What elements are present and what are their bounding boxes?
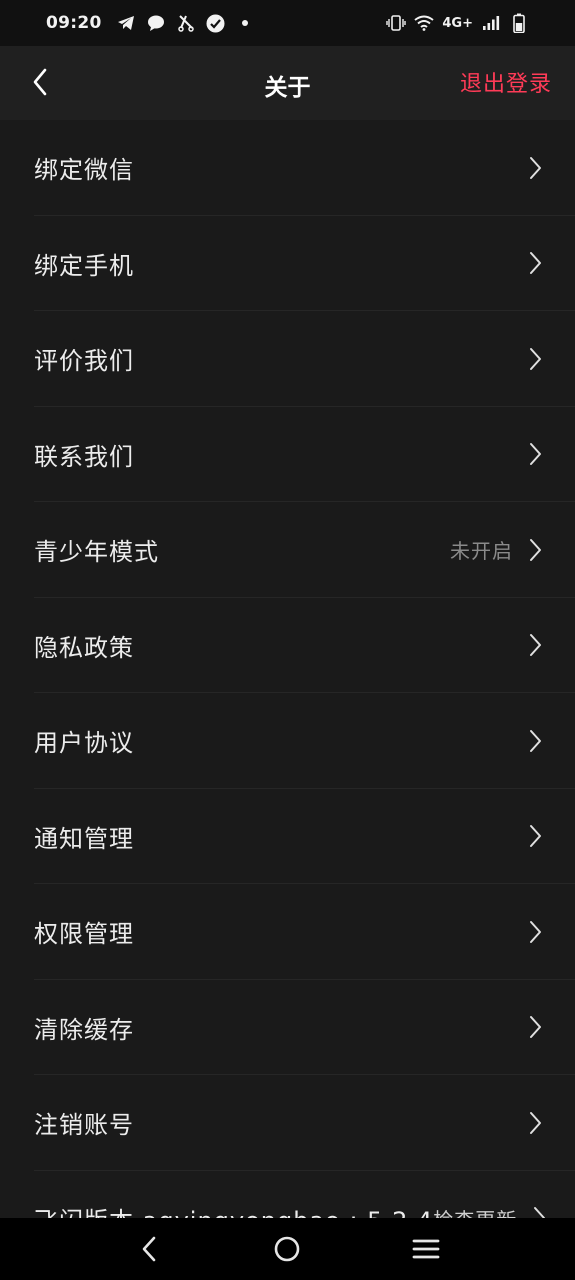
list-item-permission-settings[interactable]: 权限管理 (0, 884, 575, 980)
screen: 09:20 4G+ 关于 退出登录 绑定微信 绑定手机 评价我们 联系我们 青少… (0, 0, 575, 1280)
nav-back-icon (142, 1236, 156, 1262)
list-item-clear-cache[interactable]: 清除缓存 (0, 980, 575, 1076)
chevron-right-icon (527, 156, 543, 180)
chevron-right-icon (527, 538, 543, 562)
chevron-right-icon (527, 347, 543, 371)
list-item-label: 通知管理 (34, 824, 134, 853)
list-item-bind-wechat[interactable]: 绑定微信 (0, 120, 575, 216)
list-item-label: 评价我们 (34, 347, 134, 376)
network-type: 4G+ (442, 15, 473, 31)
wifi-icon (414, 13, 435, 33)
nav-menu-icon (412, 1239, 440, 1259)
nav-back-button[interactable] (129, 1229, 169, 1269)
list-item-rate-us[interactable]: 评价我们 (0, 311, 575, 407)
list-item-notification-settings[interactable]: 通知管理 (0, 789, 575, 885)
signal-icon (481, 13, 501, 33)
list-item-contact-us[interactable]: 联系我们 (0, 407, 575, 503)
chevron-right-icon (527, 633, 543, 657)
logout-button[interactable]: 退出登录 (460, 66, 552, 98)
status-left: 09:20 (46, 13, 248, 33)
teen-mode-status: 未开启 (450, 539, 513, 564)
list-item-label: 青少年模式 (34, 538, 159, 567)
battery-icon (509, 13, 529, 33)
settings-list: 绑定微信 绑定手机 评价我们 联系我们 青少年模式 未开启 隐私政策 用户协议 (0, 120, 575, 1266)
chevron-right-icon (527, 824, 543, 848)
list-item-label: 用户协议 (34, 729, 134, 758)
vibrate-icon (386, 13, 407, 33)
list-item-user-agreement[interactable]: 用户协议 (0, 693, 575, 789)
nav-home-icon (275, 1236, 300, 1262)
list-item-privacy-policy[interactable]: 隐私政策 (0, 598, 575, 694)
chat-bubble-icon (146, 13, 166, 33)
list-item-label: 绑定微信 (34, 156, 134, 185)
list-item-label: 权限管理 (34, 920, 134, 949)
list-item-label: 注销账号 (34, 1111, 134, 1140)
chevron-right-icon (527, 729, 543, 753)
telegram-icon (116, 13, 136, 33)
list-item-delete-account[interactable]: 注销账号 (0, 1075, 575, 1171)
list-item-label: 隐私政策 (34, 633, 134, 662)
check-circle-icon (206, 13, 226, 33)
status-time: 09:20 (46, 13, 102, 33)
list-item-label: 绑定手机 (34, 251, 134, 280)
cut-icon (176, 13, 196, 33)
list-item-bind-phone[interactable]: 绑定手机 (0, 216, 575, 312)
chevron-right-icon (527, 1111, 543, 1135)
nav-home-button[interactable] (267, 1229, 307, 1269)
nav-menu-button[interactable] (406, 1229, 446, 1269)
list-item-label: 清除缓存 (34, 1015, 134, 1044)
chevron-right-icon (527, 442, 543, 466)
system-nav-bar (0, 1218, 575, 1280)
chevron-right-icon (527, 1015, 543, 1039)
app-header: 关于 退出登录 (0, 46, 575, 120)
notification-dot (241, 20, 248, 26)
chevron-right-icon (527, 920, 543, 944)
status-bar: 09:20 4G+ (0, 0, 575, 46)
status-right: 4G+ (386, 13, 529, 33)
chevron-right-icon (527, 251, 543, 275)
list-item-label: 联系我们 (34, 442, 134, 471)
list-item-teen-mode[interactable]: 青少年模式 未开启 (0, 502, 575, 598)
